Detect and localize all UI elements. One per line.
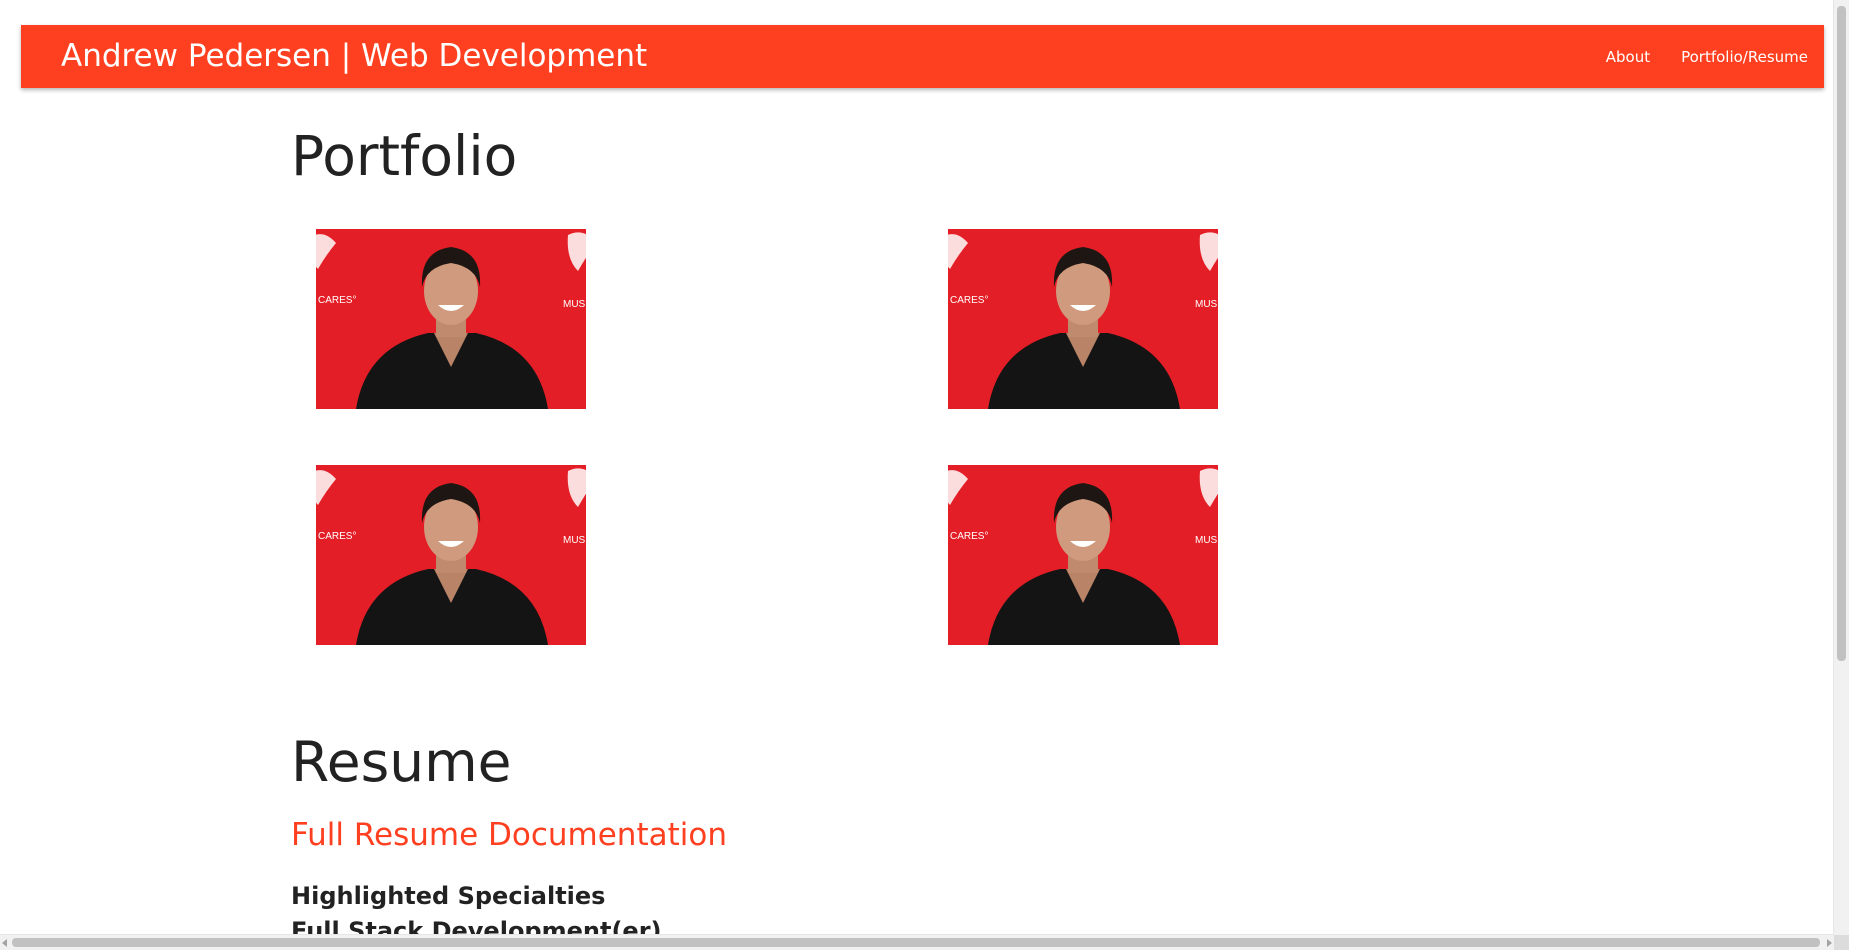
full-resume-link[interactable]: Full Resume Documentation — [291, 815, 727, 855]
nav-link-about[interactable]: About — [1606, 48, 1650, 66]
portfolio-photo: CARES° MUSI — [316, 229, 586, 409]
portfolio-item-1[interactable]: CARES° MUSI — [316, 229, 586, 409]
navbar: Andrew Pedersen | Web Development About … — [21, 25, 1824, 88]
backdrop-text-left: CARES° — [318, 531, 356, 542]
nav-links: About Portfolio/Resume — [1575, 25, 1808, 88]
horizontal-scrollbar-thumb[interactable] — [12, 938, 1820, 947]
backdrop-text-right: MUSI — [563, 535, 586, 546]
nav-link-portfolio-resume[interactable]: Portfolio/Resume — [1681, 48, 1808, 66]
resume-heading: Resume — [291, 730, 512, 794]
scrollbar-corner — [1834, 935, 1849, 950]
scroll-right-arrow-icon[interactable] — [1827, 939, 1832, 947]
backdrop-text-left: CARES° — [950, 531, 988, 542]
backdrop-text-left: CARES° — [950, 295, 988, 306]
backdrop-text-left: CARES° — [318, 295, 356, 306]
portfolio-item-2[interactable]: CARES° MUSI — [948, 229, 1218, 409]
vertical-scrollbar-thumb[interactable] — [1837, 6, 1846, 661]
portfolio-item-4[interactable]: CARES° MUSI — [948, 465, 1218, 645]
scroll-left-arrow-icon[interactable] — [2, 939, 7, 947]
highlighted-specialties-heading: Highlighted Specialties — [291, 882, 606, 910]
page: Andrew Pedersen | Web Development About … — [0, 0, 1849, 950]
backdrop-text-right: MUSI — [1195, 299, 1218, 310]
backdrop-text-right: MUSI — [563, 299, 586, 310]
vertical-scrollbar[interactable] — [1833, 0, 1849, 935]
horizontal-scrollbar[interactable] — [0, 934, 1834, 950]
portfolio-heading: Portfolio — [291, 124, 518, 188]
portfolio-photo: CARES° MUSI — [948, 465, 1218, 645]
portfolio-photo: CARES° MUSI — [948, 229, 1218, 409]
backdrop-text-right: MUSI — [1195, 535, 1218, 546]
brand-link[interactable]: Andrew Pedersen | Web Development — [61, 25, 647, 88]
portfolio-item-3[interactable]: CARES° MUSI — [316, 465, 586, 645]
portfolio-photo: CARES° MUSI — [316, 465, 586, 645]
